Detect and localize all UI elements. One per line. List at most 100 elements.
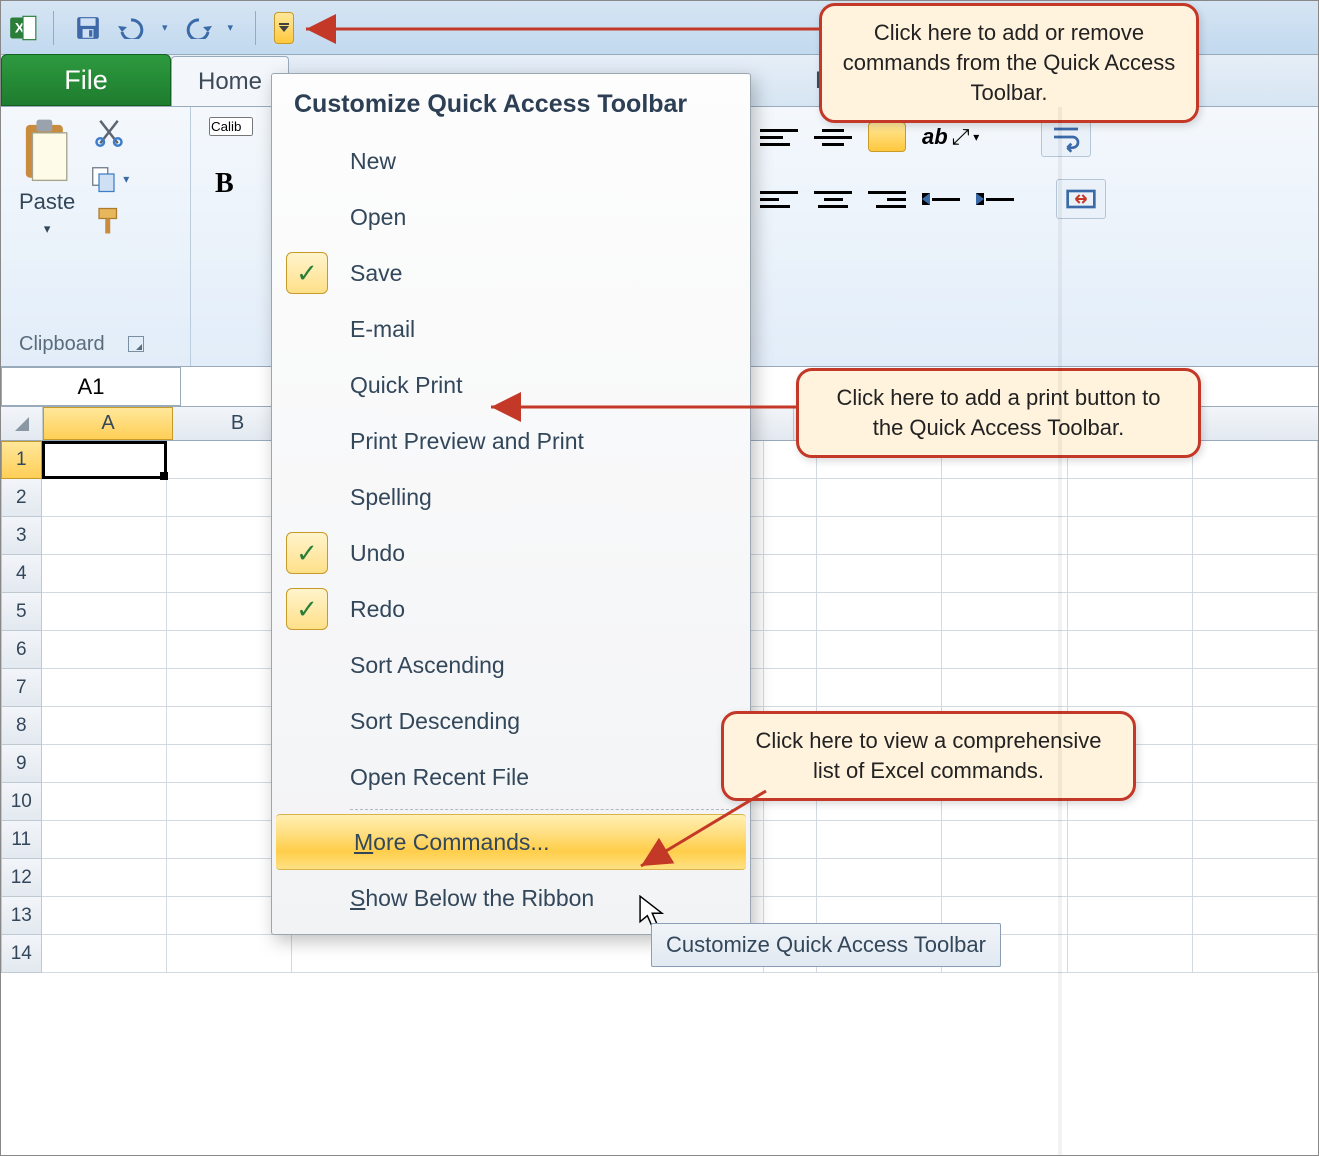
cell[interactable]	[817, 479, 942, 517]
cell[interactable]	[1068, 859, 1193, 897]
qat-save-button[interactable]	[70, 10, 106, 46]
cell[interactable]	[817, 593, 942, 631]
align-bottom-button[interactable]	[868, 122, 906, 152]
cell[interactable]	[817, 517, 942, 555]
qat-redo-dropdown[interactable]: ▾	[224, 21, 238, 34]
cell[interactable]	[1193, 593, 1318, 631]
cell[interactable]	[42, 479, 167, 517]
decrease-indent-button[interactable]	[922, 184, 960, 214]
row-header[interactable]: 14	[1, 935, 42, 973]
cell[interactable]	[817, 555, 942, 593]
qat-undo-dropdown[interactable]: ▾	[158, 21, 172, 34]
cell[interactable]	[1193, 935, 1318, 973]
cell[interactable]	[1068, 517, 1193, 555]
cell[interactable]	[1068, 897, 1193, 935]
cell[interactable]	[1193, 479, 1318, 517]
cell[interactable]	[764, 479, 817, 517]
cell[interactable]	[42, 593, 167, 631]
cell[interactable]	[1193, 897, 1318, 935]
cell[interactable]	[942, 631, 1067, 669]
cell[interactable]	[1068, 935, 1193, 973]
increase-indent-button[interactable]	[976, 184, 1014, 214]
row-header[interactable]: 13	[1, 897, 42, 935]
cell[interactable]	[42, 821, 167, 859]
copy-dropdown[interactable]: ▾	[123, 172, 129, 186]
row-header[interactable]: 1	[1, 441, 42, 479]
paste-dropdown[interactable]: ▾	[44, 221, 51, 237]
cell[interactable]	[942, 859, 1067, 897]
row-header[interactable]: 5	[1, 593, 42, 631]
qat-undo-button[interactable]	[114, 10, 150, 46]
menu-item-more-commands[interactable]: More Commands...	[276, 814, 746, 870]
cut-button[interactable]	[94, 117, 124, 152]
cell[interactable]	[1068, 821, 1193, 859]
column-header-a[interactable]: A	[43, 407, 173, 440]
cell[interactable]	[42, 897, 167, 935]
cell[interactable]	[42, 441, 167, 479]
cell[interactable]	[764, 859, 817, 897]
cell[interactable]	[1193, 707, 1318, 745]
format-painter-button[interactable]	[94, 206, 124, 241]
row-header[interactable]: 2	[1, 479, 42, 517]
cell[interactable]	[942, 669, 1067, 707]
cell[interactable]	[42, 631, 167, 669]
customize-qat-button[interactable]	[274, 12, 294, 44]
row-header[interactable]: 3	[1, 517, 42, 555]
copy-button[interactable]: ▾	[89, 164, 129, 194]
cell[interactable]	[167, 935, 292, 973]
cell[interactable]	[42, 517, 167, 555]
menu-item-spelling[interactable]: Spelling	[272, 469, 750, 525]
cell[interactable]	[1193, 555, 1318, 593]
align-middle-button[interactable]	[814, 122, 852, 152]
row-header[interactable]: 8	[1, 707, 42, 745]
cell[interactable]	[942, 555, 1067, 593]
cell[interactable]	[42, 555, 167, 593]
menu-item-open-recent-file[interactable]: Open Recent File	[272, 749, 750, 805]
row-header[interactable]: 11	[1, 821, 42, 859]
cell[interactable]	[817, 669, 942, 707]
name-box[interactable]: A1	[1, 367, 181, 406]
cell[interactable]	[1193, 441, 1318, 479]
cell[interactable]	[1068, 555, 1193, 593]
cell[interactable]	[942, 479, 1067, 517]
cell[interactable]	[1193, 783, 1318, 821]
qat-redo-button[interactable]	[180, 10, 216, 46]
cell[interactable]	[942, 821, 1067, 859]
cell[interactable]	[764, 631, 817, 669]
cell[interactable]	[942, 517, 1067, 555]
row-header[interactable]: 6	[1, 631, 42, 669]
cell[interactable]	[42, 745, 167, 783]
row-header[interactable]: 4	[1, 555, 42, 593]
row-header[interactable]: 10	[1, 783, 42, 821]
menu-item-quick-print[interactable]: Quick Print	[272, 357, 750, 413]
cell[interactable]	[1193, 821, 1318, 859]
menu-item-undo[interactable]: ✓Undo	[272, 525, 750, 581]
cell[interactable]	[1193, 745, 1318, 783]
select-all-button[interactable]	[1, 407, 43, 440]
merge-center-button[interactable]	[1056, 179, 1106, 219]
cell[interactable]	[1068, 593, 1193, 631]
cell[interactable]	[1068, 631, 1193, 669]
cell[interactable]	[764, 669, 817, 707]
menu-item-sort-ascending[interactable]: Sort Ascending	[272, 637, 750, 693]
cell[interactable]	[1193, 631, 1318, 669]
cell[interactable]	[764, 821, 817, 859]
cell[interactable]	[1193, 517, 1318, 555]
cell[interactable]	[817, 821, 942, 859]
clipboard-dialog-launcher[interactable]	[128, 336, 144, 352]
align-left-button[interactable]	[760, 184, 798, 214]
cell[interactable]	[764, 517, 817, 555]
row-header[interactable]: 7	[1, 669, 42, 707]
cell[interactable]	[1068, 669, 1193, 707]
row-header[interactable]: 12	[1, 859, 42, 897]
wrap-text-button[interactable]	[1041, 117, 1091, 157]
cell[interactable]	[42, 783, 167, 821]
menu-item-redo[interactable]: ✓Redo	[272, 581, 750, 637]
cell[interactable]	[764, 555, 817, 593]
cell[interactable]	[1068, 479, 1193, 517]
align-center-button[interactable]	[814, 184, 852, 214]
align-top-button[interactable]	[760, 122, 798, 152]
row-header[interactable]: 9	[1, 745, 42, 783]
tab-file[interactable]: File	[1, 54, 171, 106]
cell[interactable]	[764, 593, 817, 631]
